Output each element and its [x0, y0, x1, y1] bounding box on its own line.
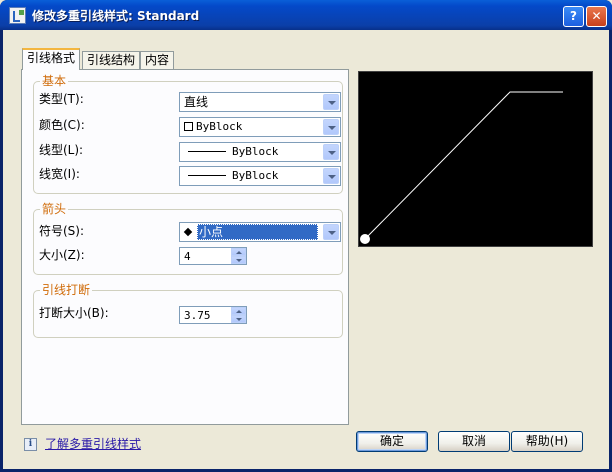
close-button[interactable]: ✕	[586, 6, 607, 27]
symbol-value: 小点	[197, 224, 318, 240]
break-size-value: 3.75	[184, 309, 211, 322]
type-select[interactable]: 直线	[179, 92, 341, 112]
lineweight-value: ByBlock	[232, 169, 279, 182]
type-label: 类型(T):	[39, 92, 84, 106]
type-value: 直线	[184, 95, 209, 109]
chevron-down-icon[interactable]	[323, 224, 339, 240]
leader-format-panel: 基本 类型(T): 直线 颜色(C): ByBlock 线型(L): ByBlo…	[21, 69, 349, 425]
group-arrowhead: 箭头 符号(S): 小点 大小(Z): 4	[33, 202, 343, 275]
help-title-button[interactable]: ?	[563, 6, 584, 27]
leader-preview-drawing	[360, 91, 563, 244]
color-swatch-icon	[184, 122, 193, 131]
spin-down-icon[interactable]	[231, 256, 246, 264]
app-icon	[9, 7, 26, 24]
color-label: 颜色(C):	[39, 118, 85, 132]
chevron-down-icon[interactable]	[323, 168, 339, 184]
dot-symbol-icon	[183, 227, 193, 237]
linetype-value: ByBlock	[232, 145, 279, 158]
tab-leader-structure[interactable]: 引线结构	[82, 51, 141, 69]
cancel-button[interactable]: 取消	[438, 431, 510, 452]
leader-preview	[358, 71, 593, 247]
title-bar[interactable]: 修改多重引线样式: Standard ? ✕	[0, 0, 612, 30]
tab-leader-format[interactable]: 引线格式	[22, 48, 81, 70]
learn-multileader-link[interactable]: 了解多重引线样式	[45, 435, 141, 452]
spin-up-icon[interactable]	[231, 248, 246, 256]
color-select[interactable]: ByBlock	[179, 117, 341, 137]
break-size-stepper[interactable]: 3.75	[179, 306, 247, 324]
symbol-label: 符号(S):	[39, 224, 85, 238]
tab-content[interactable]: 内容	[140, 51, 175, 69]
ok-button[interactable]: 确定	[356, 431, 428, 452]
window-title: 修改多重引线样式: Standard	[32, 9, 200, 23]
spin-down-icon[interactable]	[231, 315, 246, 323]
leader-line	[364, 91, 563, 240]
break-size-label: 打断大小(B):	[39, 306, 109, 320]
size-label: 大小(Z):	[39, 248, 85, 262]
line-sample-icon	[188, 151, 226, 152]
spin-up-icon[interactable]	[231, 307, 246, 315]
chevron-down-icon[interactable]	[323, 119, 339, 135]
info-icon: i	[24, 438, 37, 451]
line-sample-icon	[188, 175, 226, 176]
group-leader-break: 引线打断 打断大小(B): 3.75	[33, 283, 343, 338]
lineweight-select[interactable]: ByBlock	[179, 166, 341, 186]
chevron-down-icon[interactable]	[323, 144, 339, 160]
chevron-down-icon[interactable]	[323, 94, 339, 110]
help-button[interactable]: 帮助(H)	[511, 431, 583, 452]
linetype-label: 线型(L):	[39, 143, 84, 157]
linetype-select[interactable]: ByBlock	[179, 142, 341, 162]
dialog-client: 引线格式 引线结构 内容 基本 类型(T): 直线 颜色(C): ByBlock…	[3, 30, 609, 469]
lineweight-label: 线宽(I):	[39, 167, 80, 181]
symbol-select[interactable]: 小点	[179, 222, 341, 242]
group-basic-title: 基本	[40, 74, 69, 88]
group-leader-break-title: 引线打断	[40, 283, 93, 297]
dialog-window: 修改多重引线样式: Standard ? ✕ 引线格式 引线结构 内容 基本 类…	[0, 0, 612, 472]
group-basic: 基本 类型(T): 直线 颜色(C): ByBlock 线型(L): ByBlo…	[33, 74, 343, 194]
group-arrowhead-title: 箭头	[40, 202, 69, 216]
arrow-size-stepper[interactable]: 4	[179, 247, 247, 265]
arrow-size-value: 4	[184, 250, 191, 263]
color-value: ByBlock	[196, 120, 243, 133]
